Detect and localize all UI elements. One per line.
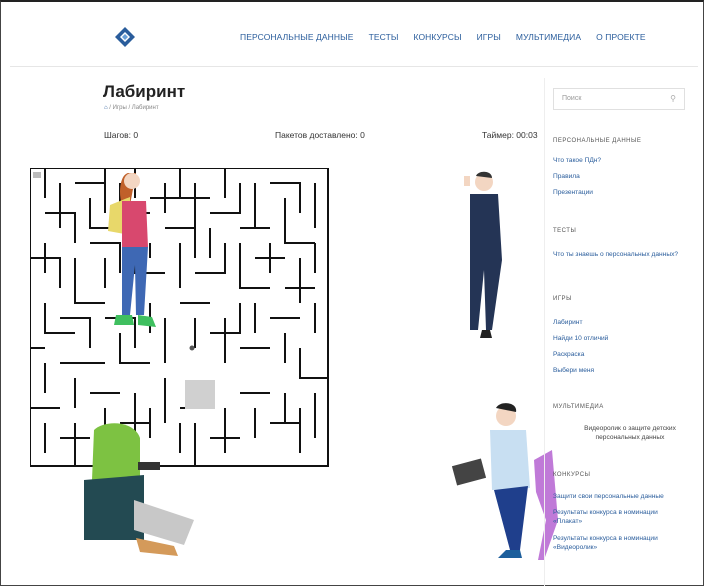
sidebar: Поиск ⚲ ПЕРСОНАЛЬНЫЕ ДАННЫЕ Что такое ПД… (544, 78, 687, 586)
packets-counter: Пакетов доставлено: 0 (275, 130, 365, 140)
search-icon[interactable]: ⚲ (670, 94, 676, 103)
breadcrumb: ⌂ / Игры / Лабиринт (104, 105, 159, 111)
search-placeholder: Поиск (562, 95, 582, 102)
nav-contests[interactable]: КОНКУРСЫ (414, 32, 462, 42)
sidebar-link-rules[interactable]: Правила (553, 172, 580, 181)
steps-counter: Шагов: 0 (104, 130, 139, 140)
nav-games[interactable]: ИГРЫ (477, 32, 501, 42)
main-menu: ПЕРСОНАЛЬНЫЕ ДАННЫЕ ТЕСТЫ КОНКУРСЫ ИГРЫ … (240, 32, 661, 42)
nav-tests[interactable]: ТЕСТЫ (369, 32, 399, 42)
sidebar-heading-games: ИГРЫ (553, 296, 572, 302)
seated-man-illustration (451, 403, 558, 560)
hooded-teen-illustration (84, 423, 194, 556)
home-icon[interactable]: ⌂ (104, 105, 108, 111)
nav-personal-data[interactable]: ПЕРСОНАЛЬНЫЕ ДАННЫЕ (240, 32, 354, 42)
search-input[interactable]: Поиск ⚲ (553, 88, 685, 110)
breadcrumb-text: / Игры / Лабиринт (109, 105, 159, 111)
man-in-suit-illustration (464, 171, 502, 338)
sidebar-link-choose-me[interactable]: Выбери меня (553, 366, 594, 375)
sidebar-link-labyrinth[interactable]: Лабиринт (553, 318, 582, 327)
sidebar-link-what-is-pdn[interactable]: Что такое ПДн? (553, 156, 601, 165)
sidebar-link-coloring[interactable]: Раскраска (553, 350, 584, 359)
page-title: Лабиринт (103, 82, 186, 101)
sidebar-link-protect-data[interactable]: Защити свои персональные данные (553, 492, 683, 501)
sidebar-link-video-results[interactable]: Результаты конкурса в номинации «Видеоро… (553, 534, 683, 552)
sidebar-link-poster-results[interactable]: Результаты конкурса в номинации «Плакат» (553, 508, 683, 526)
packet-icon (33, 172, 41, 178)
timer: Таймер: 00:03 (482, 130, 538, 140)
sidebar-link-find-differences[interactable]: Найди 10 отличий (553, 334, 608, 343)
sidebar-heading-personal-data: ПЕРСОНАЛЬНЫЕ ДАННЫЕ (553, 138, 642, 144)
sidebar-link-presentations[interactable]: Презентации (553, 188, 593, 197)
site-logo-icon[interactable] (114, 26, 136, 48)
maze-target-cell (185, 380, 215, 409)
nav-about[interactable]: О ПРОЕКТЕ (596, 32, 646, 42)
sidebar-heading-tests: ТЕСТЫ (553, 228, 577, 234)
sidebar-heading-multimedia: МУЛЬТИМЕДИА (553, 404, 604, 410)
player-marker (189, 345, 195, 351)
top-navigation-bar: ПЕРСОНАЛЬНЫЕ ДАННЫЕ ТЕСТЫ КОНКУРСЫ ИГРЫ … (10, 18, 698, 67)
sidebar-link-video[interactable]: Видеоролик о защите детских персональных… (575, 424, 685, 442)
sidebar-heading-contests: КОНКУРСЫ (553, 472, 591, 478)
nav-multimedia[interactable]: МУЛЬТИМЕДИА (516, 32, 581, 42)
sidebar-link-quiz[interactable]: Что ты знаешь о персональных данных? (553, 250, 679, 259)
girl-illustration (108, 173, 156, 327)
